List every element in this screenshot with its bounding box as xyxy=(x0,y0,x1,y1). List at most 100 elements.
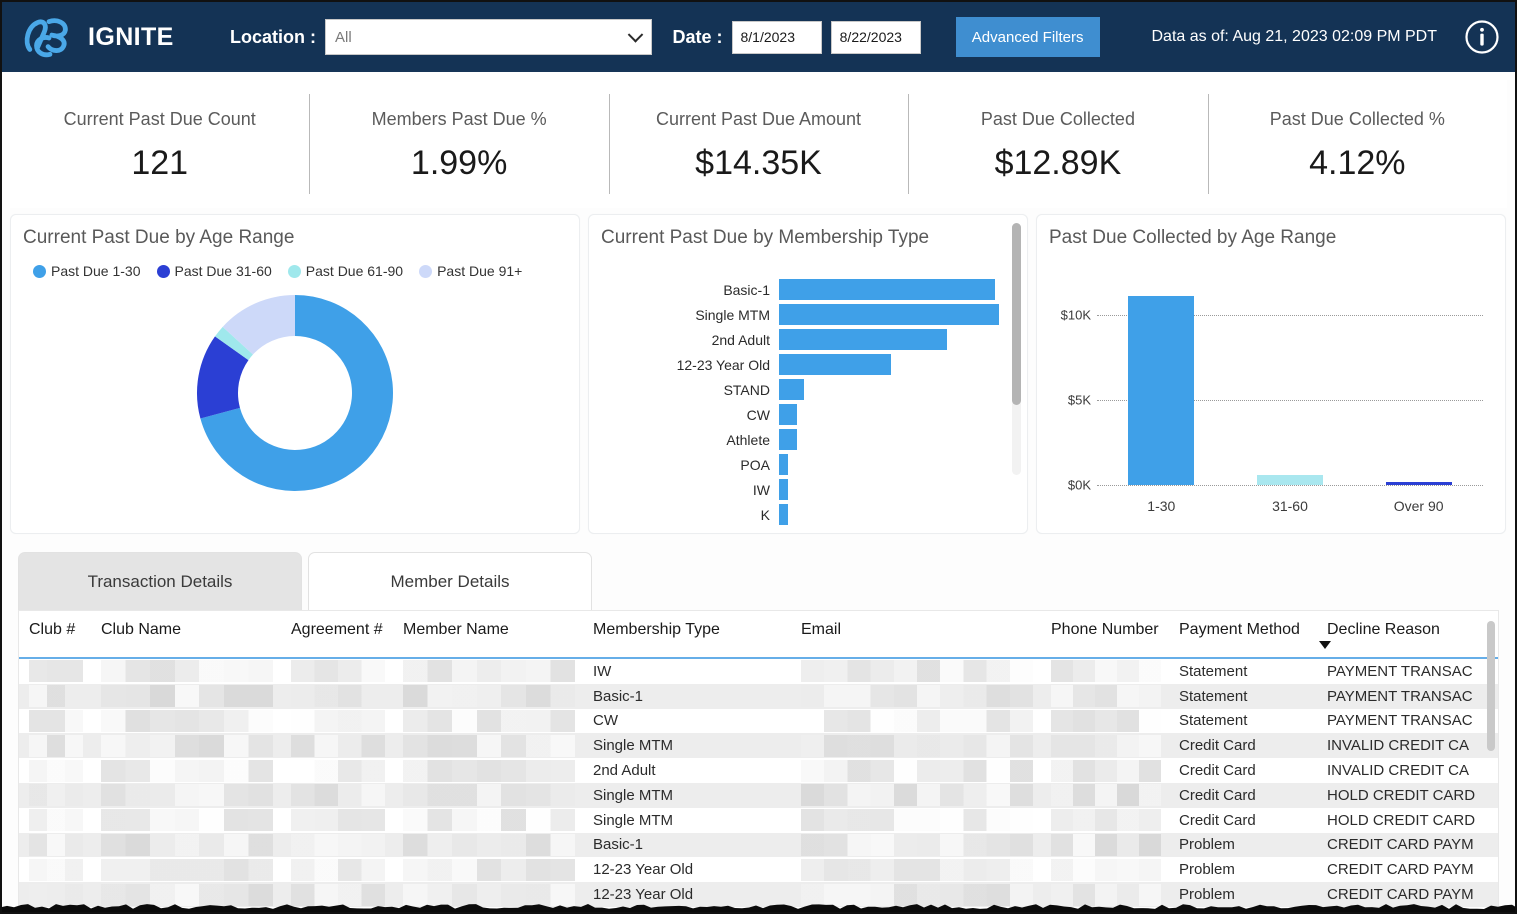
table-cell xyxy=(791,685,1041,708)
table-row[interactable]: Basic-1 Problem CREDIT CARD PAYM xyxy=(19,832,1498,858)
bar-fill[interactable] xyxy=(779,479,788,500)
table-row[interactable]: Single MTM Credit Card INVALID CREDIT CA xyxy=(19,733,1498,759)
table-column-header[interactable]: Club Name xyxy=(91,621,281,639)
bar-fill[interactable] xyxy=(779,454,788,475)
table-column-header[interactable]: Decline Reason xyxy=(1317,621,1477,649)
table-row[interactable]: 12-23 Year Old Problem CREDIT CARD PAYM xyxy=(19,857,1498,883)
bar-row[interactable]: CW xyxy=(589,402,999,427)
panel-title: Current Past Due by Membership Type xyxy=(601,227,930,248)
table-cell-text: PAYMENT TRANSAC xyxy=(1327,687,1473,705)
table-cell: Single MTM xyxy=(583,787,791,804)
table-cell xyxy=(91,709,281,732)
tab-transaction-details[interactable]: Transaction Details xyxy=(18,552,302,610)
table-cell-text: 12-23 Year Old xyxy=(593,886,694,904)
table-cell xyxy=(91,883,281,906)
table-row[interactable]: CW Statement PAYMENT TRANSAC xyxy=(19,708,1498,734)
details-table: Club # Club Name Agreement # Member Name Mem… xyxy=(18,610,1499,910)
bar-row[interactable]: Athlete xyxy=(589,427,999,452)
table-cell: Problem xyxy=(1169,836,1317,853)
table-cell: Credit Card xyxy=(1169,787,1317,804)
membership-chart-scrollbar[interactable] xyxy=(1012,223,1021,475)
column-bar[interactable] xyxy=(1385,482,1452,485)
bar-fill[interactable] xyxy=(779,429,797,450)
redacted-cell xyxy=(291,685,385,708)
bar-category-label: Athlete xyxy=(726,431,770,448)
column-group[interactable]: 31-60 xyxy=(1226,281,1355,514)
table-cell: PAYMENT TRANSAC xyxy=(1317,712,1477,729)
bar-fill[interactable] xyxy=(779,304,999,325)
bar-fill[interactable] xyxy=(779,404,797,425)
kpi-value: 1.99% xyxy=(410,144,508,182)
table-cell xyxy=(281,858,393,881)
column-bar[interactable] xyxy=(1128,296,1195,485)
table-column-header[interactable]: Phone Number xyxy=(1041,621,1169,639)
membership-bar-chart[interactable]: Basic-1 Single MTM 2nd Adult 12-23 Year Old… xyxy=(589,265,1027,533)
bar-fill[interactable] xyxy=(779,279,995,300)
bar-row[interactable]: 12-23 Year Old xyxy=(589,352,999,377)
legend-item[interactable]: Past Due 61-90 xyxy=(287,263,403,279)
table-cell xyxy=(791,883,1041,906)
table-cell xyxy=(19,685,91,708)
tab-member-details[interactable]: Member Details xyxy=(308,552,592,610)
bar-fill[interactable] xyxy=(779,379,804,400)
bar-row[interactable]: IW xyxy=(589,477,999,502)
table-column-header[interactable]: Membership Type xyxy=(583,621,791,639)
legend-item[interactable]: Past Due 1-30 xyxy=(33,263,141,279)
redacted-cell xyxy=(291,833,385,856)
legend-item[interactable]: Past Due 31-60 xyxy=(156,263,272,279)
bar-row[interactable]: STAND xyxy=(589,377,999,402)
date-from-input[interactable]: 8/1/2023 xyxy=(731,20,822,54)
table-cell xyxy=(281,833,393,856)
table-row[interactable]: 12-23 Year Old Problem CREDIT CARD PAYM xyxy=(19,882,1498,907)
bar-fill[interactable] xyxy=(779,329,948,350)
table-cell-text: Basic-1 xyxy=(593,687,644,705)
table-row[interactable]: 2nd Adult Credit Card INVALID CREDIT CA xyxy=(19,758,1498,783)
sort-descending-caret-icon[interactable] xyxy=(1319,641,1331,649)
redacted-cell xyxy=(403,833,575,856)
tab-label: Transaction Details xyxy=(87,571,233,591)
column-group[interactable]: Over 90 xyxy=(1354,281,1483,514)
table-cell: PAYMENT TRANSAC xyxy=(1317,688,1477,705)
info-circle-icon[interactable] xyxy=(1463,18,1501,56)
panel-title: Past Due Collected by Age Range xyxy=(1049,227,1337,248)
bar-row[interactable]: Single MTM xyxy=(589,302,999,327)
table-scrollbar-thumb[interactable] xyxy=(1487,621,1495,751)
bar-row[interactable]: 2nd Adult xyxy=(589,327,999,352)
bar-row[interactable]: POA xyxy=(589,452,999,477)
table-row[interactable]: IW Statement PAYMENT TRANSAC xyxy=(19,659,1498,684)
table-row[interactable]: Basic-1 Statement PAYMENT TRANSAC xyxy=(19,683,1498,709)
collected-column-chart[interactable]: $0K $5K $10K 1-30 31-60 Over 90 xyxy=(1045,273,1499,523)
table-cell xyxy=(91,660,281,683)
donut-chart[interactable] xyxy=(11,287,579,499)
table-cell xyxy=(791,660,1041,683)
column-bar[interactable] xyxy=(1256,474,1323,485)
table-cell-text: CW xyxy=(593,712,618,730)
dashboard-root: IGNITE Location : All Date : 8/1/2023 8/… xyxy=(0,0,1517,914)
abc-ignite-logo-icon xyxy=(24,18,68,58)
bar-fill[interactable] xyxy=(779,354,892,375)
column-group[interactable]: 1-30 xyxy=(1097,281,1226,514)
bar-row[interactable]: K xyxy=(589,502,999,527)
table-row[interactable]: Single MTM Credit Card HOLD CREDIT CARD xyxy=(19,807,1498,833)
bar-fill[interactable] xyxy=(779,504,788,525)
table-column-header[interactable]: Member Name xyxy=(393,621,583,639)
table-column-header[interactable]: Payment Method xyxy=(1169,621,1317,639)
brand-logo[interactable]: IGNITE xyxy=(20,13,216,61)
date-to-input[interactable]: 8/22/2023 xyxy=(830,20,921,54)
table-column-header[interactable]: Agreement # xyxy=(281,621,393,639)
table-cell xyxy=(791,734,1041,757)
table-cell: PAYMENT TRANSAC xyxy=(1317,663,1477,680)
bar-row[interactable]: Basic-1 xyxy=(589,277,999,302)
bar-category-label: STAND xyxy=(723,381,770,398)
table-cell xyxy=(281,883,393,906)
table-row[interactable]: Single MTM Credit Card HOLD CREDIT CARD xyxy=(19,782,1498,808)
location-select[interactable]: All xyxy=(325,19,653,55)
bar-track xyxy=(779,302,999,327)
redacted-cell xyxy=(291,809,385,832)
membership-chart-scrollbar-thumb[interactable] xyxy=(1012,223,1021,405)
table-column-header[interactable]: Email xyxy=(791,621,1041,639)
table-column-header[interactable]: Club # xyxy=(19,621,91,639)
advanced-filters-button[interactable]: Advanced Filters xyxy=(955,17,1100,57)
legend-item[interactable]: Past Due 91+ xyxy=(419,263,522,279)
bar-track xyxy=(779,502,999,527)
